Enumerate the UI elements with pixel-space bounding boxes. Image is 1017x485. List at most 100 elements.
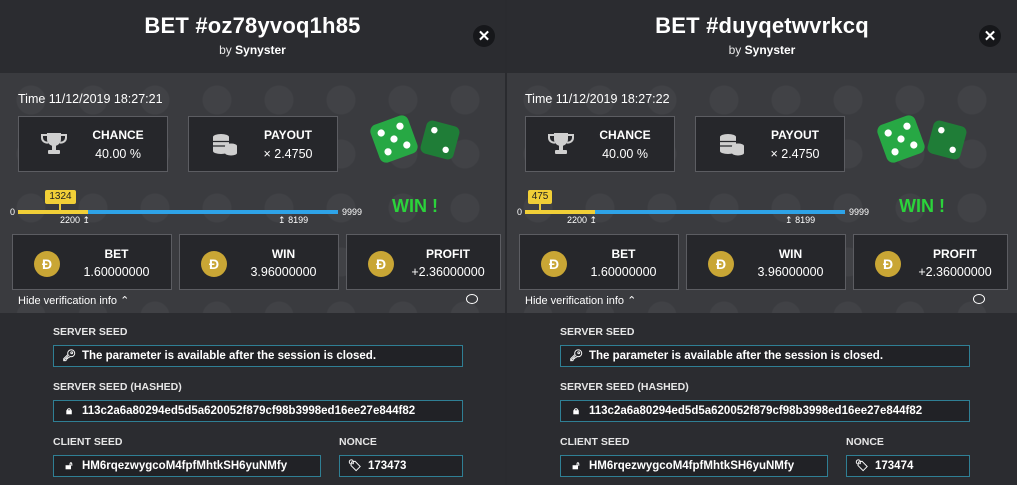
unlock-icon: 🔓︎ bbox=[65, 460, 73, 472]
dice-icon bbox=[877, 115, 967, 163]
bet-author[interactable]: Synyster bbox=[745, 43, 796, 57]
bet-panel: BET #oz78yvoq1h85 by Synyster ✕ Time 11/… bbox=[0, 0, 505, 485]
dogecoin-icon: Đ bbox=[708, 251, 734, 277]
win-value: 3.96000000 bbox=[250, 265, 317, 279]
dogecoin-icon: Đ bbox=[541, 251, 567, 277]
chat-icon[interactable] bbox=[466, 294, 478, 304]
by-prefix: by bbox=[728, 43, 742, 57]
bet-value: 1.60000000 bbox=[590, 265, 657, 279]
client-seed-value: HM6rqezwygcoM4fpfMhtkSH6yuNMfy bbox=[589, 460, 795, 472]
tag-icon: 🏷︎ bbox=[855, 460, 869, 472]
payout-card: PAYOUT × 2.4750 bbox=[188, 116, 338, 172]
high-threshold-value: 8199 bbox=[288, 215, 309, 225]
payout-card: PAYOUT × 2.4750 bbox=[695, 116, 845, 172]
client-seed-field[interactable]: 🔓︎ HM6rqezwygcoM4fpfMhtkSH6yuNMfy bbox=[560, 455, 828, 477]
nonce-label: NONCE bbox=[339, 436, 377, 448]
verification-section: SERVER SEED 🔑︎ The parameter is available… bbox=[0, 313, 505, 485]
profit-label: PROFIT bbox=[426, 247, 470, 261]
lock-icon: 🔒︎ bbox=[573, 405, 579, 417]
hashed-seed-value: 113c2a6a80294ed5d5a620052f879cf98b3998ed… bbox=[589, 405, 923, 417]
low-threshold: 2200 ↥ bbox=[567, 215, 597, 226]
low-threshold: 2200 ↥ bbox=[60, 215, 90, 226]
bet-amount-card: Đ BET 1.60000000 bbox=[519, 234, 679, 290]
server-seed-label: SERVER SEED bbox=[53, 326, 128, 338]
dogecoin-icon: Đ bbox=[201, 251, 227, 277]
hide-verification-toggle[interactable]: Hide verification info ⌃ bbox=[525, 294, 636, 307]
profit-value: +2.36000000 bbox=[411, 265, 485, 279]
nonce-field[interactable]: 🏷︎ 173474 bbox=[846, 455, 970, 477]
chevron-up-icon: ⌃ bbox=[627, 295, 637, 307]
low-range-fill bbox=[525, 210, 596, 214]
nonce-label: NONCE bbox=[846, 436, 884, 448]
bet-header: BET #duyqetwvrkcq by Synyster ✕ bbox=[507, 0, 1017, 73]
bet-author[interactable]: Synyster bbox=[235, 43, 286, 57]
low-threshold-value: 2200 bbox=[567, 215, 588, 225]
high-threshold-value: 8199 bbox=[795, 215, 816, 225]
server-seed-field[interactable]: 🔑︎ The parameter is available after the s… bbox=[53, 345, 463, 367]
range-bar bbox=[18, 210, 338, 214]
nonce-field[interactable]: 🏷︎ 173473 bbox=[339, 455, 463, 477]
bet-title: BET #duyqetwvrkcq bbox=[655, 13, 869, 38]
profit-card: Đ PROFIT +2.36000000 bbox=[853, 234, 1008, 290]
range-min: 0 bbox=[10, 207, 16, 217]
hashed-seed-label: SERVER SEED (HASHED) bbox=[560, 381, 689, 393]
result-text: WIN ! bbox=[899, 196, 945, 216]
profit-label: PROFIT bbox=[933, 247, 977, 261]
dice-icon bbox=[370, 115, 460, 163]
high-threshold: ↥ 8199 bbox=[785, 215, 815, 226]
win-amount-card: Đ WIN 3.96000000 bbox=[179, 234, 339, 290]
close-button[interactable]: ✕ bbox=[979, 25, 1001, 47]
bet-author-line: by Synyster bbox=[507, 43, 1017, 57]
bet-header: BET #oz78yvoq1h85 by Synyster ✕ bbox=[0, 0, 505, 73]
win-label: WIN bbox=[778, 247, 803, 261]
trophy-icon bbox=[548, 133, 574, 154]
client-seed-field[interactable]: 🔓︎ HM6rqezwygcoM4fpfMhtkSH6yuNMfy bbox=[53, 455, 321, 477]
range-min: 0 bbox=[517, 207, 523, 217]
server-seed-field[interactable]: 🔑︎ The parameter is available after the s… bbox=[560, 345, 970, 367]
bet-label: BET bbox=[104, 247, 129, 261]
client-seed-label: CLIENT SEED bbox=[53, 436, 123, 448]
hide-verification-label: Hide verification info bbox=[18, 295, 118, 307]
roll-marker: 475 bbox=[527, 190, 553, 204]
bet-time: Time 11/12/2019 18:27:22 bbox=[525, 92, 670, 106]
range-max: 9999 bbox=[849, 207, 870, 217]
close-button[interactable]: ✕ bbox=[473, 25, 495, 47]
client-seed-label: CLIENT SEED bbox=[560, 436, 630, 448]
high-threshold: ↥ 8199 bbox=[278, 215, 308, 226]
dogecoin-icon: Đ bbox=[368, 251, 394, 277]
key-icon: 🔑︎ bbox=[569, 350, 583, 362]
close-icon: ✕ bbox=[477, 28, 491, 45]
roll-marker: 1324 bbox=[45, 190, 76, 204]
tag-icon: 🏷︎ bbox=[348, 460, 362, 472]
chat-icon[interactable] bbox=[973, 294, 985, 304]
chance-value: 40.00 % bbox=[95, 147, 141, 161]
chance-label: CHANCE bbox=[599, 128, 651, 142]
chance-card: CHANCE 40.00 % bbox=[525, 116, 675, 172]
bet-panel: BET #duyqetwvrkcq by Synyster ✕ Time 11/… bbox=[507, 0, 1017, 485]
hashed-seed-field[interactable]: 🔒︎ 113c2a6a80294ed5d5a620052f879cf98b3998… bbox=[53, 400, 463, 422]
profit-card: Đ PROFIT +2.36000000 bbox=[346, 234, 501, 290]
bet-title: BET #oz78yvoq1h85 bbox=[144, 13, 361, 38]
range-bar bbox=[525, 210, 845, 214]
hide-verification-label: Hide verification info bbox=[525, 295, 625, 307]
client-seed-value: HM6rqezwygcoM4fpfMhtkSH6yuNMfy bbox=[82, 460, 288, 472]
dogecoin-icon: Đ bbox=[34, 251, 60, 277]
bet-time: Time 11/12/2019 18:27:21 bbox=[18, 92, 163, 106]
payout-label: PAYOUT bbox=[770, 128, 819, 142]
server-seed-value: The parameter is available after the ses… bbox=[82, 350, 377, 362]
low-range-fill bbox=[18, 210, 89, 214]
arrow-up-icon: ↥ bbox=[785, 215, 793, 225]
key-icon: 🔑︎ bbox=[62, 350, 76, 362]
bet-amount-card: Đ BET 1.60000000 bbox=[12, 234, 172, 290]
arrow-up-icon: ↥ bbox=[589, 215, 598, 225]
win-label: WIN bbox=[271, 247, 296, 261]
bet-label: BET bbox=[611, 247, 636, 261]
result-text: WIN ! bbox=[392, 196, 438, 216]
hide-verification-toggle[interactable]: Hide verification info ⌃ bbox=[18, 294, 129, 307]
range-max: 9999 bbox=[342, 207, 363, 217]
chance-label: CHANCE bbox=[92, 128, 144, 142]
low-threshold-value: 2200 bbox=[60, 215, 81, 225]
nonce-value: 173474 bbox=[875, 460, 914, 472]
coins-stack-icon bbox=[720, 134, 744, 156]
hashed-seed-field[interactable]: 🔒︎ 113c2a6a80294ed5d5a620052f879cf98b3998… bbox=[560, 400, 970, 422]
